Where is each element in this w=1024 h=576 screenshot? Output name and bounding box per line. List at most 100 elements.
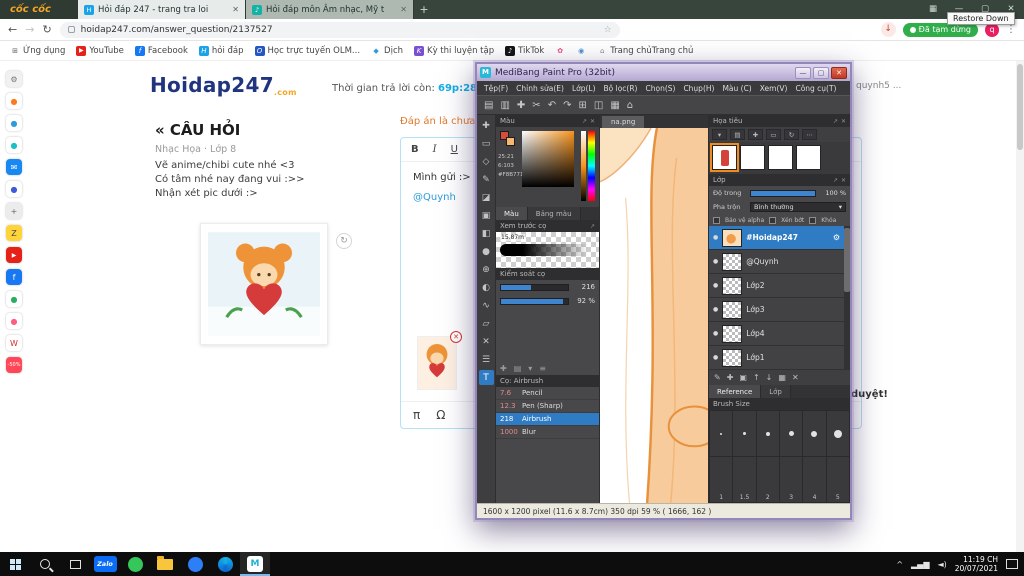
network-icon[interactable]: ▂▄▆ (911, 560, 929, 569)
close-icon[interactable]: ✕ (841, 177, 846, 184)
taskbar-clock[interactable]: 11:19 CH 20/07/2021 (955, 555, 998, 574)
gradient-tool-icon[interactable]: ◧ (479, 226, 494, 241)
pi-symbol-button[interactable]: π (413, 408, 420, 422)
tray-expand-icon[interactable]: ^ (896, 560, 903, 569)
italic-button[interactable]: I (433, 144, 437, 155)
bookmark-facebook[interactable]: f Facebook (134, 45, 188, 56)
brush-item-airbrush[interactable]: 218 Airbrush (496, 412, 599, 426)
action-center-icon[interactable] (1006, 559, 1018, 569)
brush-size-cell-4[interactable]: 4 (803, 457, 826, 502)
layer-list-scrollbar[interactable] (844, 226, 850, 370)
zalo-icon[interactable]: Z (6, 225, 22, 241)
layer-settings-gear-icon[interactable]: ⚙ (833, 233, 840, 242)
youtube-icon[interactable]: ▶ (6, 247, 22, 263)
ext-blue-icon[interactable]: ● (6, 115, 22, 131)
edit-layer-icon[interactable]: ✎ (714, 373, 721, 382)
lasso-tool-icon[interactable]: ◇ (479, 154, 494, 169)
bookmark-trangchu[interactable]: ⌂ Trang chủTrang chủ (597, 46, 693, 56)
download-icon[interactable]: ↓ (880, 22, 896, 37)
scrollbar-thumb[interactable] (844, 228, 850, 292)
brush-size-cell-2[interactable]: 2 (756, 457, 779, 502)
open-file-icon[interactable]: ▥ (500, 100, 509, 111)
bookmark-dich[interactable]: ◆ Dịch (371, 46, 403, 56)
deselect-tool-icon[interactable]: ✕ (479, 334, 494, 349)
menu-select[interactable]: Chọn(S) (645, 84, 675, 93)
blur-tool-icon[interactable]: ∿ (479, 298, 494, 313)
materials-refresh-icon[interactable]: ↻ (784, 129, 799, 140)
tab-reference[interactable]: Reference (709, 385, 762, 398)
site-logo[interactable]: Hoidap247.com (150, 73, 297, 97)
submit-text-partial[interactable]: duyệt! (851, 389, 888, 400)
brush-opacity-slider[interactable] (500, 297, 569, 305)
brush-size-cell[interactable] (733, 411, 756, 456)
menu-color[interactable]: Màu (C) (722, 84, 751, 93)
ext-w-icon[interactable]: W (6, 335, 22, 351)
bold-button[interactable]: B (411, 144, 419, 155)
visibility-eye-icon[interactable]: ● (713, 330, 718, 337)
dropdown-icon[interactable]: ▾ (528, 364, 532, 373)
drawing-canvas[interactable] (600, 128, 708, 503)
material-thumb-selected[interactable] (710, 143, 739, 172)
add-shortcut-icon[interactable]: + (6, 203, 22, 219)
brush-item-blur[interactable]: 1000 Blur (496, 425, 599, 439)
facebook-icon[interactable]: f (6, 269, 22, 285)
forward-button[interactable]: → (25, 23, 34, 36)
menu-layer[interactable]: Lớp(L) (572, 84, 596, 93)
editor-text-line[interactable]: Mình gửi :> (413, 172, 471, 183)
magic-wand-tool-icon[interactable]: ⊕ (479, 262, 494, 277)
tab-close-icon[interactable]: ✕ (232, 5, 239, 14)
materials-dropdown-icon[interactable]: ▾ (712, 129, 727, 140)
delete-layer-icon[interactable]: ✕ (792, 373, 799, 382)
close-button[interactable]: ✕ (831, 66, 847, 79)
brush-list-icon[interactable]: ▤ (514, 364, 522, 373)
taskbar-file-explorer[interactable] (150, 552, 180, 576)
grid-icon[interactable]: ⊞ (578, 100, 586, 111)
remove-attachment-icon[interactable]: ✕ (450, 331, 462, 343)
materials-frame-icon[interactable]: ▭ (766, 129, 781, 140)
bookmark-hoidap[interactable]: Hhỏi đáp (198, 45, 244, 56)
menu-icon[interactable]: ≡ (539, 364, 546, 373)
blend-mode-select[interactable]: Bình thường ▾ (750, 202, 846, 212)
url-bar[interactable]: hoidap247.com/answer_question/2137527 ☆ (59, 21, 620, 38)
task-view-button[interactable] (60, 552, 90, 576)
tab-palette[interactable]: Bảng màu (527, 207, 581, 220)
taskbar-medibang[interactable]: M (240, 552, 270, 576)
sale-badge-icon[interactable]: -50% (6, 357, 22, 373)
protect-alpha-checkbox[interactable] (713, 216, 720, 224)
layer-row-lop3[interactable]: ● Lớp3 (709, 298, 844, 322)
undo-icon[interactable]: ↶ (548, 100, 556, 111)
bookmark-kythi[interactable]: K Kỳ thi luyện tập (414, 45, 494, 56)
bookmark-youtube[interactable]: ▶ YouTube (76, 45, 124, 56)
site-info-icon[interactable] (67, 26, 75, 33)
add-layer-icon[interactable]: ✚ (727, 373, 734, 382)
brush-size-cell[interactable] (756, 411, 779, 456)
merge-layer-icon[interactable]: ▦ (778, 373, 786, 382)
brush-tool-icon[interactable]: ● (479, 244, 494, 259)
bookmark-tiktok[interactable]: ♪ TikTok (505, 45, 544, 56)
clipping-checkbox[interactable] (769, 216, 777, 224)
brush-item-pen-sharp[interactable]: 12.3 Pen (Sharp) (496, 399, 599, 413)
taskbar-app-green[interactable] (120, 552, 150, 576)
duplicate-layer-icon[interactable]: ▣ (739, 373, 747, 382)
brush-size-cell-3[interactable]: 3 (780, 457, 803, 502)
visibility-eye-icon[interactable]: ● (713, 258, 718, 265)
brush-size-cell-5[interactable]: 5 (826, 457, 849, 502)
saturation-square[interactable] (522, 131, 593, 187)
home-icon[interactable]: ⌂ (627, 100, 633, 111)
visibility-eye-icon[interactable]: ● (713, 234, 718, 241)
add-icon[interactable]: ✚ (517, 100, 525, 111)
image-refresh-icon[interactable]: ↻ (336, 233, 352, 249)
ext-orange-icon[interactable]: ● (6, 93, 22, 109)
material-thumb[interactable] (796, 145, 821, 170)
scrollbar-thumb[interactable] (1017, 64, 1023, 150)
visibility-eye-icon[interactable]: ● (713, 282, 718, 289)
restore-button[interactable]: ▢ (813, 66, 829, 79)
move-tool-icon[interactable]: ✚ (479, 118, 494, 133)
bookmark-star-icon[interactable]: ☆ (604, 25, 612, 35)
redo-icon[interactable]: ↷ (563, 100, 571, 111)
editor-mention-link[interactable]: @Quynh (413, 192, 456, 203)
close-icon[interactable]: ✕ (841, 118, 846, 125)
taskbar-coccoc[interactable] (210, 552, 240, 576)
primary-color-swatch[interactable] (506, 137, 515, 146)
layer-row-lop2[interactable]: ● Lớp2 (709, 274, 844, 298)
